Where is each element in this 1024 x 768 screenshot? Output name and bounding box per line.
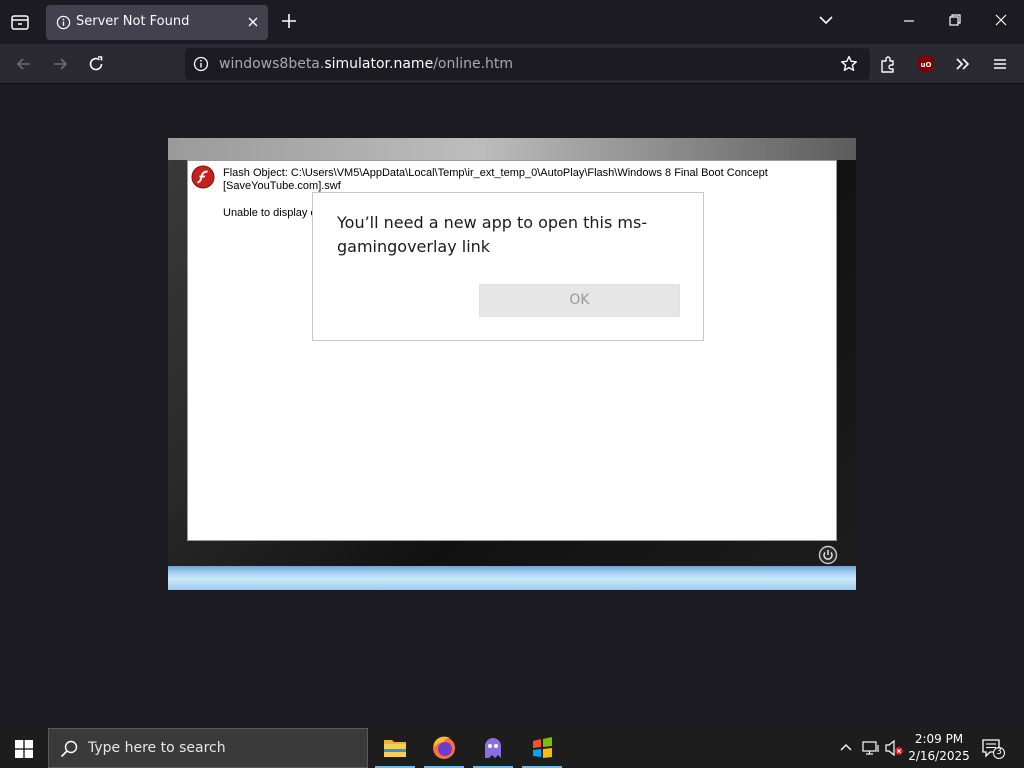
url-prefix: windows8beta. [219,56,325,72]
notification-icon[interactable]: 3 [981,738,1005,764]
address-bar[interactable]: windows8beta.simulator.name/online.htm [185,48,870,80]
minimize-icon[interactable] [902,12,916,32]
search-icon [59,739,79,763]
file-explorer-icon[interactable] [375,728,415,768]
chevron-down-icon[interactable] [818,12,834,32]
ghost-app-icon[interactable] [473,728,513,768]
windows-icon[interactable] [15,740,33,762]
reload-icon[interactable] [86,54,106,74]
info-icon [56,15,71,34]
restore-icon[interactable] [948,12,962,32]
flash-icon [191,165,215,193]
clock-date: 2/16/2025 [908,749,970,763]
search-placeholder: Type here to search [88,740,226,756]
simulator-taskbar [168,566,856,590]
menu-icon[interactable] [990,54,1010,74]
close-window-icon[interactable] [994,12,1008,32]
network-icon[interactable] [861,739,881,761]
svg-text:uO: uO [921,61,932,69]
ok-button[interactable]: OK [479,284,680,317]
notification-count: 3 [996,747,1002,757]
tab-strip: Server Not Found [0,0,1024,44]
dialog-message: You’ll need a new app to open this ms-ga… [337,213,648,256]
info-icon[interactable] [193,56,209,76]
tab-active[interactable]: Server Not Found [46,5,268,40]
flash-object-path: Flash Object: C:\Users\VM5\AppData\Local… [223,167,768,192]
url-host: simulator.name [324,56,434,72]
ublock-icon[interactable]: uO [917,54,935,74]
tab-title: Server Not Found [76,14,190,29]
forward-icon[interactable] [50,54,70,74]
url-path: /online.htm [433,56,514,72]
volume-muted-icon[interactable] [884,739,906,761]
close-icon[interactable] [246,14,260,33]
chevron-up-icon[interactable] [838,740,854,760]
firefox-icon[interactable] [424,728,464,768]
extensions-icon[interactable] [878,54,898,74]
simulator-top-bar [168,138,856,160]
flash-unable-text: Unable to display o [223,207,317,219]
clock-time: 2:09 PM [914,732,964,746]
system-clock[interactable]: 2:09 PM 2/16/2025 [908,731,970,765]
windows-taskbar: Type here to search 2:09 PM 2/16/2025 3 [0,728,1024,768]
windows-xp-icon[interactable] [522,728,562,768]
overflow-icon[interactable] [953,54,973,74]
open-link-dialog: You’ll need a new app to open this ms-ga… [312,192,704,341]
navigation-toolbar: windows8beta.simulator.name/online.htm u… [0,44,1024,84]
url-text: windows8beta.simulator.name/online.htm [219,56,513,72]
taskbar-search[interactable]: Type here to search [48,728,368,768]
tab-list-icon[interactable] [8,10,32,34]
back-icon[interactable] [14,54,34,74]
plus-icon[interactable] [280,12,298,34]
star-icon[interactable] [839,54,859,74]
